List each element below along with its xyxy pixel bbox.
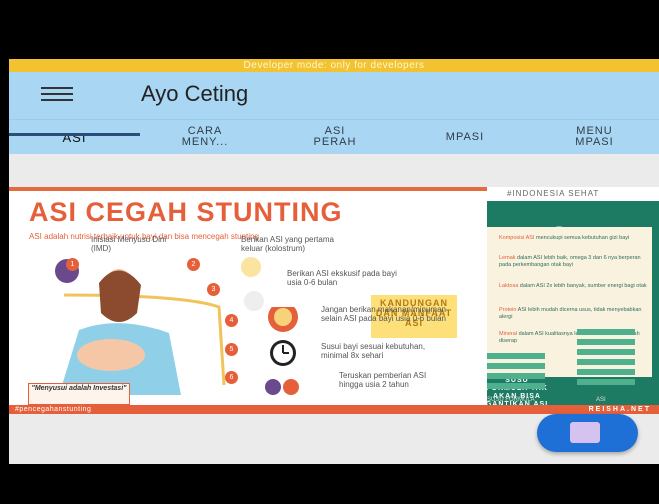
fact-text: dalam ASI 2x lebih banyak, sumber energi… [518, 283, 647, 289]
fact-item: Protein ASI lebih mudah dicerna usus, ti… [499, 307, 649, 320]
tab-label: ASI PERAH [313, 125, 357, 148]
poster-credit: REISHA.NET [588, 406, 651, 413]
floating-action-button[interactable] [537, 414, 638, 452]
tab-asi-perah[interactable]: ASI PERAH [270, 120, 400, 154]
tab-cara-menyusui[interactable]: CARA MENY... [140, 120, 270, 154]
infographic-image: #INDONESIA SEHAT ASI CEGAH STUNTING ASI … [9, 187, 659, 414]
quote-box: "Menyusui adalah Investasi" [28, 383, 130, 405]
step-4-text: Jangan berikan makanan/minuman selain AS… [321, 305, 446, 323]
step-5-text: Susui bayi sesuai kebutuhan, minimal 8x … [321, 342, 426, 360]
app-screen: Developer mode: only for developers Ayo … [9, 59, 659, 464]
step-number-6: 6 [225, 371, 238, 384]
column-label-asi: ASI [596, 397, 606, 403]
poster-top-stripe [9, 187, 487, 191]
step-6-text: Teruskan pemberian ASI hingga usia 2 tah… [339, 371, 427, 389]
fact-key: Komposisi ASI [499, 235, 535, 241]
fact-key: Lemak [499, 255, 516, 261]
tab-mpasi[interactable]: MPASI [400, 120, 530, 154]
step-number-3: 3 [207, 283, 220, 296]
hashtag-indonesia-sehat: #INDONESIA SEHAT [507, 189, 600, 198]
fact-item: Komposisi ASI mencukupi semua kebutuhan … [499, 235, 649, 242]
comparison-bars [487, 329, 635, 389]
tab-label: CARA MENY... [181, 125, 229, 148]
step-number-4: 4 [225, 314, 238, 327]
fact-item: Lemak dalam ASI lebih baik, omega 3 dan … [499, 255, 649, 268]
tab-asi[interactable]: ASI [9, 120, 140, 154]
developer-mode-banner: Developer mode: only for developers [9, 59, 659, 72]
tab-bar: ASI CARA MENY... ASI PERAH MPASI MENU MP… [9, 119, 659, 154]
fab-thumbnail-icon [570, 422, 600, 443]
step-number-1: 1 [66, 258, 79, 271]
fact-text: dalam ASI lebih baik, omega 3 dan 6 nya … [499, 255, 641, 268]
step-3-text: Berikan ASI ekskusif pada bayi usia 0-6 … [287, 269, 397, 287]
poster-headline: ASI CEGAH STUNTING [29, 197, 343, 227]
step-number-2: 2 [187, 258, 200, 271]
app-bar: Ayo Ceting [9, 72, 659, 119]
tab-menu-mpasi[interactable]: MENU MPASI [530, 120, 659, 154]
tab-label: MENU MPASI [575, 125, 614, 148]
poster-bottom-bar: #pencegahanstunting REISHA.NET [9, 405, 659, 414]
hashtag-pencegahan: #pencegahanstunting [15, 406, 92, 413]
app-title: Ayo Ceting [141, 81, 249, 106]
column-label-formula: SUSU FORMULA [487, 397, 535, 403]
step-icons [265, 307, 299, 395]
hamburger-icon[interactable] [41, 87, 73, 105]
fact-key: Protein [499, 307, 517, 313]
active-tab-indicator [9, 133, 140, 136]
fact-text: mencukupi semua kebutuhan gizi bayi [534, 235, 630, 241]
step-1-text: Inisiasi Menyusu Dini (IMD) [91, 235, 167, 253]
step-2-text: Berikan ASI yang pertama keluar (kolostr… [241, 235, 334, 253]
step-number-5: 5 [225, 343, 238, 356]
fact-text: ASI lebih mudah dicerna usus, tidak meny… [499, 307, 642, 320]
fact-item: Laktosa dalam ASI 2x lebih banyak, sumbe… [499, 283, 649, 290]
fact-key: Laktosa [499, 283, 519, 289]
